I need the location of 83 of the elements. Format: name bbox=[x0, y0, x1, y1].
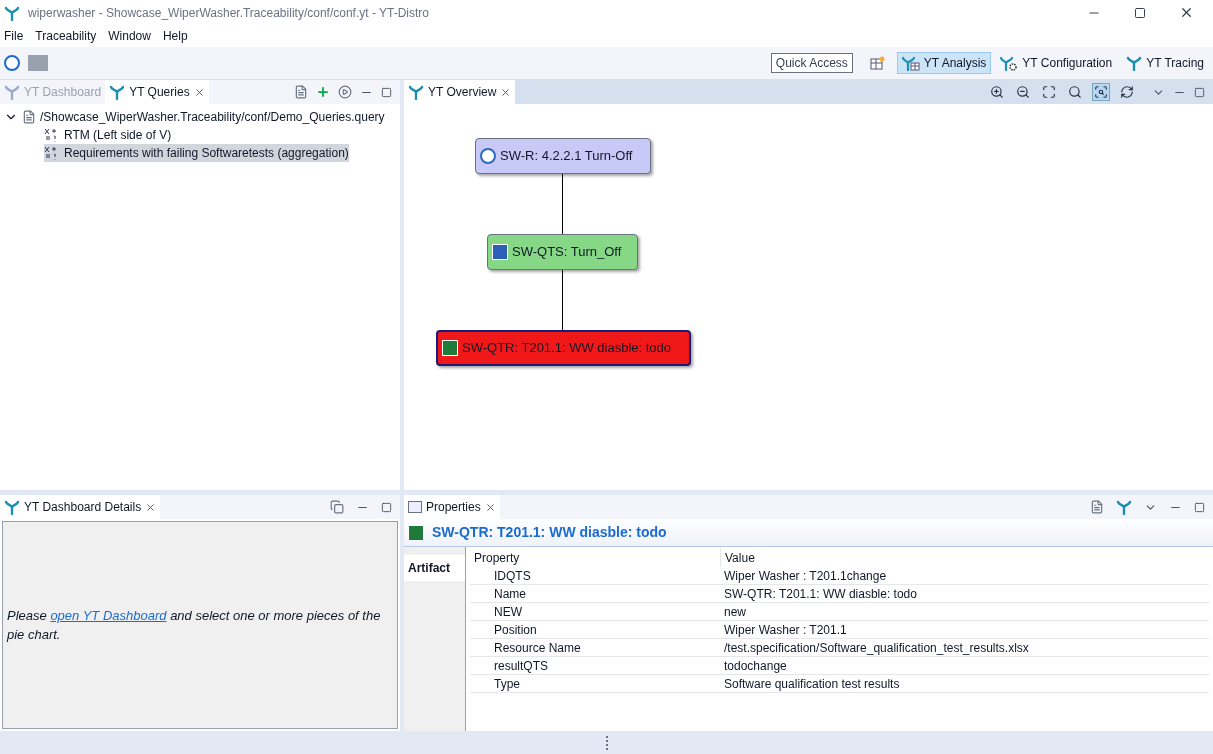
file-icon bbox=[22, 110, 36, 124]
zoom-tool-button[interactable] bbox=[1118, 83, 1136, 101]
y-logo-icon bbox=[4, 84, 20, 100]
pin-icon[interactable] bbox=[1090, 500, 1104, 514]
table-cell-text: Position bbox=[493, 621, 538, 639]
maximize-icon[interactable] bbox=[1194, 501, 1205, 513]
tree-item[interactable]: RTM (Left side of V) bbox=[44, 126, 172, 144]
edit-icon[interactable] bbox=[294, 85, 308, 99]
zoom-tool-button[interactable] bbox=[1066, 83, 1084, 101]
table-icon bbox=[408, 501, 422, 513]
close-icon[interactable] bbox=[500, 86, 512, 98]
y-logo-icon bbox=[408, 84, 424, 100]
dashboard-link[interactable]: open YT Dashboard bbox=[50, 607, 167, 623]
table-cell-text: Software qualification test results bbox=[723, 675, 901, 693]
graph-node[interactable]: SW-R: 4.2.2.1 Turn-Off bbox=[475, 138, 651, 174]
view-tab[interactable]: Properties bbox=[404, 495, 500, 519]
table-cell-text: SW-QTR: T201.1: WW diasble: todo bbox=[723, 585, 918, 603]
tree-item[interactable]: Requirements with failing Softwaretests (aggregation) bbox=[44, 144, 349, 162]
graph-node[interactable]: SW-QTR: T201.1: WW diasble: todo bbox=[436, 330, 691, 366]
maximize-icon[interactable] bbox=[1194, 86, 1205, 98]
zoom-tool-button[interactable] bbox=[1092, 83, 1110, 101]
view-tab[interactable]: YT Queries bbox=[105, 80, 209, 104]
table-cell-text: Name bbox=[493, 585, 527, 603]
table-cell-text: Wiper Washer : T201.1change bbox=[723, 567, 888, 585]
table-cell-text: NEW bbox=[493, 603, 523, 621]
y-logo-icon bbox=[1126, 55, 1143, 71]
perspective-button[interactable]: YT Configuration bbox=[995, 52, 1118, 74]
node-label: SW-QTR: T201.1: WW diasble: todo bbox=[462, 339, 672, 358]
zoom-in-icon bbox=[990, 85, 1004, 99]
table-cell-text: Wiper Washer : T201.1 bbox=[723, 621, 848, 639]
close-icon[interactable] bbox=[193, 86, 205, 98]
maximize-window-icon[interactable] bbox=[1134, 6, 1146, 19]
quick-access-field[interactable]: Quick Access bbox=[770, 53, 853, 73]
perspective-button[interactable]: YT Tracing bbox=[1121, 52, 1209, 74]
y-logo-icon bbox=[109, 84, 126, 100]
zoom-actual-icon bbox=[1068, 85, 1082, 99]
connector-line bbox=[562, 174, 563, 234]
node-label: SW-QTS: Turn_Off bbox=[512, 243, 622, 262]
y-logo-icon bbox=[1116, 499, 1132, 515]
app-logo-icon bbox=[4, 4, 20, 21]
table-cell-text: new bbox=[723, 603, 747, 621]
column-header: Property bbox=[473, 550, 521, 567]
zoom-fit-icon bbox=[1042, 85, 1056, 99]
connector-line bbox=[562, 270, 563, 330]
zoom-out-icon bbox=[1016, 85, 1030, 99]
table-cell-text: todochange bbox=[723, 657, 788, 675]
maximize-icon[interactable] bbox=[381, 86, 392, 98]
window-title: wiperwasher - Showcase_WiperWasher.Traceability/conf/conf.yt - YT-Distro bbox=[28, 4, 430, 22]
y-gear-icon bbox=[1000, 55, 1019, 71]
zoom-auto-icon bbox=[1094, 85, 1108, 99]
table-cell-text: resultQTS bbox=[493, 657, 549, 675]
column-header: Value bbox=[720, 547, 1093, 567]
y-table-icon bbox=[901, 55, 920, 71]
run-icon[interactable] bbox=[338, 85, 352, 99]
menu-item[interactable]: File bbox=[4, 27, 24, 45]
y-logo-icon bbox=[4, 499, 20, 515]
tree-item[interactable]: /Showcase_WiperWasher.Traceability/conf/Demo_Queries.query bbox=[40, 108, 385, 126]
zoom-tool-button[interactable] bbox=[988, 83, 1006, 101]
menu-item[interactable]: Window bbox=[108, 27, 151, 45]
table-cell-text: IDQTS bbox=[493, 567, 532, 585]
table-cell-text: /test.specification/Software_qualification_test_results.xlsx bbox=[723, 639, 1030, 657]
zoom-tool-button[interactable] bbox=[1014, 83, 1032, 101]
perspective-button[interactable]: YT Analysis bbox=[896, 52, 992, 74]
resize-grip-icon[interactable] bbox=[605, 735, 608, 750]
menu-item[interactable]: Help bbox=[162, 27, 188, 45]
copy-icon[interactable] bbox=[330, 500, 344, 514]
graph-node[interactable]: SW-QTS: Turn_Off bbox=[487, 234, 638, 270]
table-cell-text: Type bbox=[493, 675, 521, 693]
view-tab[interactable]: YT Dashboard Details bbox=[0, 495, 161, 519]
zoom-tool-button[interactable] bbox=[1040, 83, 1058, 101]
refresh-icon bbox=[1120, 85, 1134, 99]
add-icon[interactable] bbox=[316, 85, 330, 99]
close-icon[interactable] bbox=[484, 501, 496, 513]
properties-title: SW-QTR: T201.1: WW diasble: todo bbox=[432, 523, 667, 542]
side-tab[interactable]: Artifact bbox=[404, 555, 465, 581]
maximize-icon[interactable] bbox=[381, 501, 392, 513]
open-perspective-icon[interactable] bbox=[868, 55, 885, 71]
details-message: Please open YT Dashboard and select one or more pieces of the pie chart. bbox=[5, 606, 382, 644]
menu-item[interactable]: Traceability bbox=[35, 27, 97, 45]
node-label: SW-R: 4.2.2.1 Turn-Off bbox=[500, 147, 633, 166]
table-cell-text: Resource Name bbox=[493, 639, 582, 657]
close-icon[interactable] bbox=[145, 501, 157, 513]
view-tab[interactable]: YT Overview bbox=[404, 80, 516, 104]
